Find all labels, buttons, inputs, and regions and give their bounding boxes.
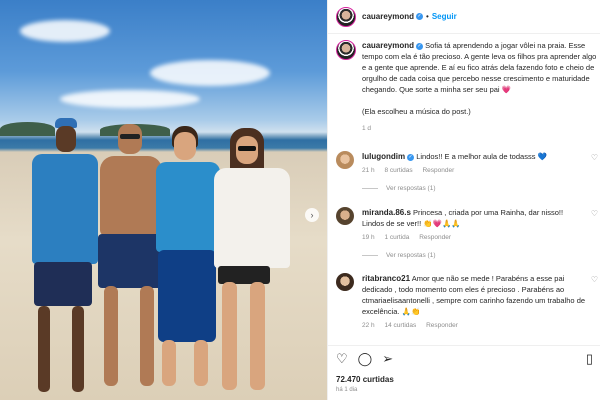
share-icon[interactable]: ➢ — [382, 351, 393, 367]
heart-icon[interactable]: ♡ — [336, 351, 348, 367]
avatar[interactable] — [336, 40, 356, 60]
action-bar: ♡ ◯ ➢ ▯ — [328, 345, 600, 371]
comment-icon[interactable]: ◯ — [358, 351, 373, 367]
avatar[interactable] — [336, 273, 354, 291]
comment-username[interactable]: miranda.86.s — [362, 208, 411, 217]
separator-dot: • — [426, 12, 429, 21]
comment-username[interactable]: lulugondim — [362, 152, 405, 161]
comment-likes[interactable]: 8 curtidas — [384, 167, 412, 174]
comment-username[interactable]: ritabranco21 — [362, 274, 410, 283]
comment-time[interactable]: 21 h — [362, 167, 375, 174]
follow-button[interactable]: Seguir — [432, 12, 457, 21]
comment-emoji: 🙏👏 — [401, 307, 421, 316]
likes-count[interactable]: 72.470 curtidas — [336, 375, 394, 384]
heart-icon[interactable]: ♡ — [591, 275, 598, 284]
view-replies[interactable]: Ver respostas (1) — [362, 185, 436, 192]
comment-emoji: 👏💗🙏🙏 — [423, 219, 461, 228]
post-sidebar: cauareymond ✓ • Seguir cauareymond ✓ Sofi… — [327, 0, 600, 400]
caption-time[interactable]: 1 d — [362, 123, 598, 134]
avatar[interactable] — [336, 151, 354, 169]
verified-icon: ✓ — [416, 13, 424, 20]
heart-icon[interactable]: ♡ — [591, 209, 598, 218]
author-username[interactable]: cauareymond — [362, 12, 414, 21]
heart-icon[interactable]: ♡ — [591, 153, 598, 162]
avatar[interactable] — [336, 207, 354, 225]
view-replies[interactable]: Ver respostas (1) — [362, 252, 436, 259]
reply-button[interactable]: Responder — [419, 234, 451, 241]
reply-button[interactable]: Responder — [422, 167, 454, 174]
avatar[interactable] — [336, 6, 356, 27]
post-caption: cauareymond ✓ Sofia tá aprendendo a jogar… — [336, 40, 598, 134]
comment-likes[interactable]: 14 curtidas — [384, 322, 416, 329]
comment-emoji: 💙 — [537, 152, 547, 161]
reply-button[interactable]: Responder — [426, 322, 458, 329]
caption-emoji: 💗 — [501, 85, 512, 94]
post-photo[interactable]: › — [0, 0, 327, 400]
posted-time[interactable]: há 1 dia — [336, 387, 357, 393]
comment-item: miranda.86.s Princesa , criada por uma R… — [336, 207, 598, 243]
caption-note: (Ela escolheu a música do post.) — [362, 107, 471, 116]
comment-time[interactable]: 19 h — [362, 234, 375, 241]
caption-username[interactable]: cauareymond — [362, 41, 414, 50]
person-4 — [208, 128, 298, 400]
verified-icon: ✓ — [416, 42, 424, 50]
comment-item: lulugondim ✓ Lindos!! E a melhor aula de … — [336, 151, 598, 176]
divider — [362, 255, 378, 256]
view-replies-label[interactable]: Ver respostas (1) — [386, 252, 436, 259]
bookmark-icon[interactable]: ▯ — [586, 351, 593, 367]
view-replies-label[interactable]: Ver respostas (1) — [386, 185, 436, 192]
post-header: cauareymond ✓ • Seguir — [328, 0, 600, 34]
comment-item: ritabranco21 Amor que não se mede ! Para… — [336, 273, 598, 331]
cloud — [60, 90, 200, 108]
cloud — [150, 60, 270, 86]
comment-time[interactable]: 22 h — [362, 322, 375, 329]
comment-text: Lindos!! E a melhor aula de todasss — [416, 152, 536, 161]
comment-likes[interactable]: 1 curtida — [384, 234, 409, 241]
divider — [362, 188, 378, 189]
chevron-right-icon[interactable]: › — [305, 208, 319, 222]
cloud — [20, 20, 110, 42]
verified-icon: ✓ — [407, 153, 415, 161]
